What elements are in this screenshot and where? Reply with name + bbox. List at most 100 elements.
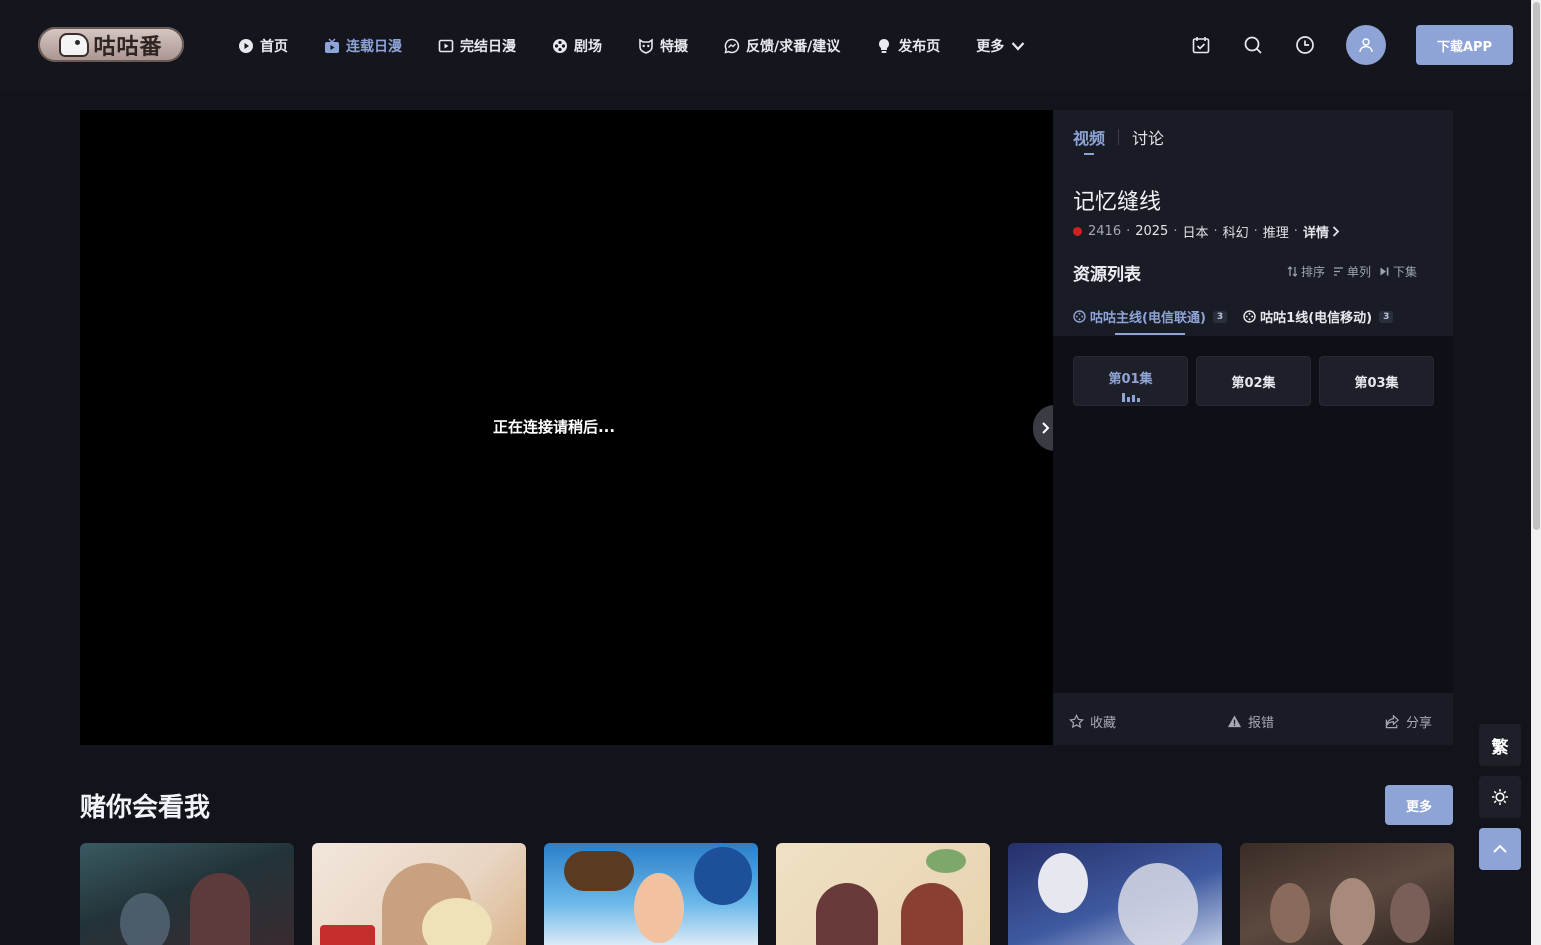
- card-artwork: [1270, 883, 1310, 943]
- episode-list: 第01集 第02集 第03集: [1073, 356, 1434, 406]
- sort-icon: [1287, 266, 1298, 277]
- line-tab-1[interactable]: 咕咕1线(电信移动) 3: [1243, 307, 1394, 326]
- theme-toggle-button[interactable]: [1479, 776, 1521, 818]
- nav-item-home[interactable]: 首页: [238, 36, 288, 56]
- nav-item-release-page[interactable]: 发布页: [876, 36, 940, 56]
- nav-label: 首页: [260, 39, 288, 55]
- card-artwork: [1390, 883, 1430, 943]
- next-episode-button[interactable]: 下集: [1379, 263, 1417, 280]
- film-reel-icon: [1243, 310, 1256, 323]
- detail-label: 详情: [1302, 226, 1329, 241]
- lightbulb-icon: [876, 38, 892, 54]
- card-artwork: [926, 849, 966, 873]
- card-artwork: [1118, 863, 1198, 945]
- meta-separator: ·: [1173, 224, 1178, 239]
- action-label: 报错: [1248, 716, 1275, 731]
- anime-card[interactable]: [1008, 843, 1222, 945]
- card-artwork: [816, 883, 878, 945]
- card-artwork: [564, 851, 634, 891]
- meta-genre[interactable]: 科幻: [1223, 222, 1249, 241]
- card-artwork: [1330, 878, 1375, 945]
- history-clock-icon[interactable]: [1294, 34, 1316, 56]
- nav-item-tokusatsu[interactable]: 特摄: [638, 36, 688, 56]
- episode-count-badge: 3: [1379, 310, 1394, 323]
- section-title: 赌你会看我: [80, 793, 211, 823]
- anime-card[interactable]: [776, 843, 990, 945]
- anime-card[interactable]: [312, 843, 526, 945]
- episode-label: 第02集: [1231, 375, 1276, 391]
- nav-item-theater[interactable]: 剧场: [552, 36, 602, 56]
- anime-title: 记忆缝线: [1073, 190, 1162, 215]
- sort-button[interactable]: 排序: [1287, 263, 1325, 280]
- chat-icon: [724, 38, 740, 54]
- download-app-button[interactable]: 下载APP: [1416, 25, 1513, 65]
- meta-separator: ·: [1213, 224, 1218, 239]
- traditional-chinese-button[interactable]: 繁: [1479, 724, 1521, 766]
- meta-year: 2025: [1135, 224, 1169, 239]
- action-label: 分享: [1406, 716, 1433, 731]
- top-header: 咕咕番 首页 连载日漫 完结日漫 剧场 特摄 反馈/求番/建议 发布页 更多 下…: [0, 0, 1531, 90]
- resource-tools: 排序 单列 下集: [1287, 263, 1417, 280]
- search-icon[interactable]: [1242, 34, 1264, 56]
- warning-icon: [1227, 715, 1242, 728]
- report-error-button[interactable]: 报错: [1227, 712, 1274, 731]
- episode-count-badge: 3: [1212, 310, 1228, 323]
- card-artwork: [320, 925, 375, 945]
- scrollbar-thumb[interactable]: [1533, 2, 1540, 530]
- card-artwork: [190, 873, 250, 945]
- view-count: 2416: [1088, 224, 1122, 239]
- anime-meta: 2416 · 2025 · 日本 · 科幻 · 推理 · 详情: [1073, 222, 1340, 241]
- more-button[interactable]: 更多: [1385, 785, 1453, 825]
- loading-message: 正在连接请稍后...: [492, 418, 616, 436]
- share-button[interactable]: 分享: [1385, 712, 1432, 731]
- tab-divider: [1118, 129, 1120, 145]
- line-tab-main[interactable]: 咕咕主线(电信联通) 3: [1073, 307, 1228, 326]
- meta-genre[interactable]: 推理: [1263, 222, 1289, 241]
- favorite-button[interactable]: 收藏: [1069, 712, 1116, 731]
- tab-video[interactable]: 视频: [1073, 125, 1105, 155]
- source-line-tabs: 咕咕主线(电信联通) 3 咕咕1线(电信移动) 3: [1073, 307, 1394, 326]
- video-icon: [438, 38, 454, 54]
- chevron-up-icon: [1493, 844, 1507, 853]
- hot-dot-icon: [1073, 227, 1082, 236]
- calendar-check-icon[interactable]: [1190, 34, 1212, 56]
- panel-actions: 收藏 报错 分享: [1053, 693, 1453, 745]
- card-artwork: [901, 883, 963, 945]
- avatar[interactable]: [1346, 25, 1386, 65]
- card-artwork: [634, 873, 684, 943]
- single-column-button[interactable]: 单列: [1333, 263, 1371, 280]
- nav-item-finished-anime[interactable]: 完结日漫: [438, 36, 516, 56]
- chevron-right-icon: [1042, 422, 1050, 434]
- nav-item-more[interactable]: 更多: [976, 36, 1026, 56]
- detail-link[interactable]: 详情: [1303, 222, 1340, 241]
- back-to-top-button[interactable]: [1479, 828, 1521, 870]
- chevron-right-icon: [1332, 226, 1340, 237]
- tool-label: 排序: [1301, 265, 1326, 279]
- episode-button[interactable]: 第03集: [1319, 356, 1434, 406]
- tool-label: 单列: [1347, 265, 1372, 279]
- episode-label: 第01集: [1108, 372, 1153, 387]
- tab-discussion[interactable]: 讨论: [1132, 125, 1164, 149]
- episode-button[interactable]: 第02集: [1196, 356, 1311, 406]
- star-icon: [1069, 714, 1084, 729]
- nav-label: 发布页: [898, 39, 941, 55]
- card-artwork: [1038, 853, 1088, 913]
- tool-label: 下集: [1393, 265, 1418, 279]
- anime-card[interactable]: [544, 843, 758, 945]
- main-nav: 首页 连载日漫 完结日漫 剧场 特摄 反馈/求番/建议 发布页 更多: [238, 34, 1062, 58]
- meta-separator: ·: [1293, 224, 1298, 239]
- nav-label: 反馈/求番/建议: [746, 39, 841, 55]
- anime-card[interactable]: [80, 843, 294, 945]
- sun-icon: [1492, 789, 1508, 805]
- episode-button[interactable]: 第01集: [1073, 356, 1188, 406]
- chevron-down-icon: [1010, 38, 1026, 54]
- nav-item-feedback[interactable]: 反馈/求番/建议: [724, 36, 840, 56]
- logo-text: 咕咕番: [93, 34, 163, 60]
- site-logo[interactable]: 咕咕番: [38, 27, 184, 62]
- anime-card[interactable]: [1240, 843, 1454, 945]
- meta-separator: ·: [1126, 224, 1131, 239]
- video-player[interactable]: 正在连接请稍后...: [80, 110, 1053, 745]
- nav-label: 更多: [976, 39, 1005, 55]
- line-label: 咕咕主线(电信联通): [1090, 311, 1206, 326]
- nav-item-serial-anime[interactable]: 连载日漫: [324, 36, 402, 56]
